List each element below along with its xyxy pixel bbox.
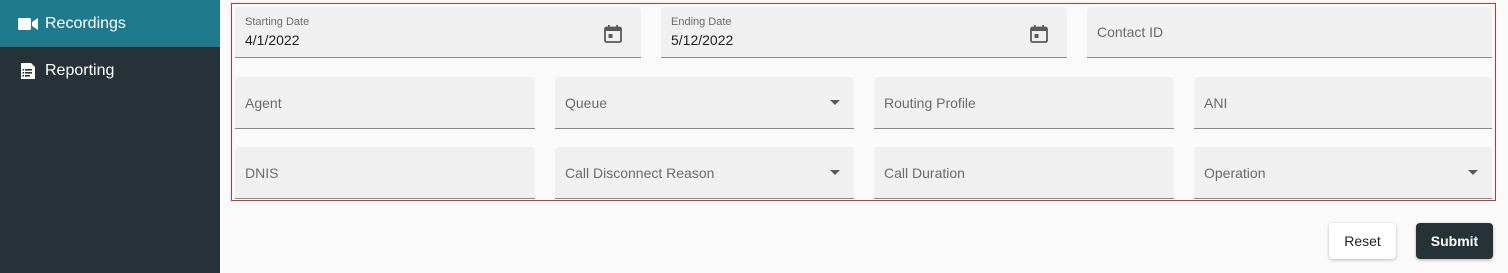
starting-date-field[interactable]: Starting Date 4/1/2022 [235,7,641,58]
ending-date-label: Ending Date [671,16,732,28]
routing-profile-label: Routing Profile [884,94,976,111]
ending-date-value: 5/12/2022 [671,32,734,48]
dnis-label: DNIS [245,164,279,181]
report-document-icon [18,61,38,81]
ani-field[interactable]: ANI [1194,77,1492,129]
agent-label: Agent [245,94,282,111]
reset-button[interactable]: Reset [1329,223,1396,259]
routing-profile-field[interactable]: Routing Profile [874,77,1174,129]
ani-label: ANI [1204,94,1228,111]
submit-button[interactable]: Submit [1416,223,1493,259]
ending-date-field[interactable]: Ending Date 5/12/2022 [661,7,1067,58]
operation-label: Operation [1204,164,1266,181]
calendar-icon[interactable] [1029,24,1049,44]
sidebar-item-label: Recordings [45,14,126,32]
sidebar-item-recordings[interactable]: Recordings [0,0,220,47]
dropdown-arrow-icon [830,99,840,105]
agent-field[interactable]: Agent [235,77,535,129]
video-camera-icon [18,14,38,34]
starting-date-value: 4/1/2022 [245,32,300,48]
dnis-field[interactable]: DNIS [235,147,535,199]
call-disconnect-reason-label: Call Disconnect Reason [565,164,715,181]
dropdown-arrow-icon [830,169,840,175]
contact-id-label: Contact ID [1097,24,1164,40]
call-duration-label: Call Duration [884,164,965,181]
starting-date-label: Starting Date [245,16,310,28]
call-disconnect-reason-select[interactable]: Call Disconnect Reason [555,147,854,199]
calendar-icon[interactable] [603,24,623,44]
sidebar-item-label: Reporting [45,61,115,79]
sidebar: Recordings Reporting [0,0,220,273]
queue-label: Queue [565,94,608,111]
sidebar-item-reporting[interactable]: Reporting [0,47,220,94]
queue-select[interactable]: Queue [555,77,854,129]
call-duration-field[interactable]: Call Duration [874,147,1174,199]
contact-id-field[interactable]: Contact ID [1087,7,1492,58]
main-content: Starting Date 4/1/2022 Ending Date 5/12/… [220,0,1508,273]
operation-select[interactable]: Operation [1194,147,1492,199]
dropdown-arrow-icon [1468,169,1478,175]
